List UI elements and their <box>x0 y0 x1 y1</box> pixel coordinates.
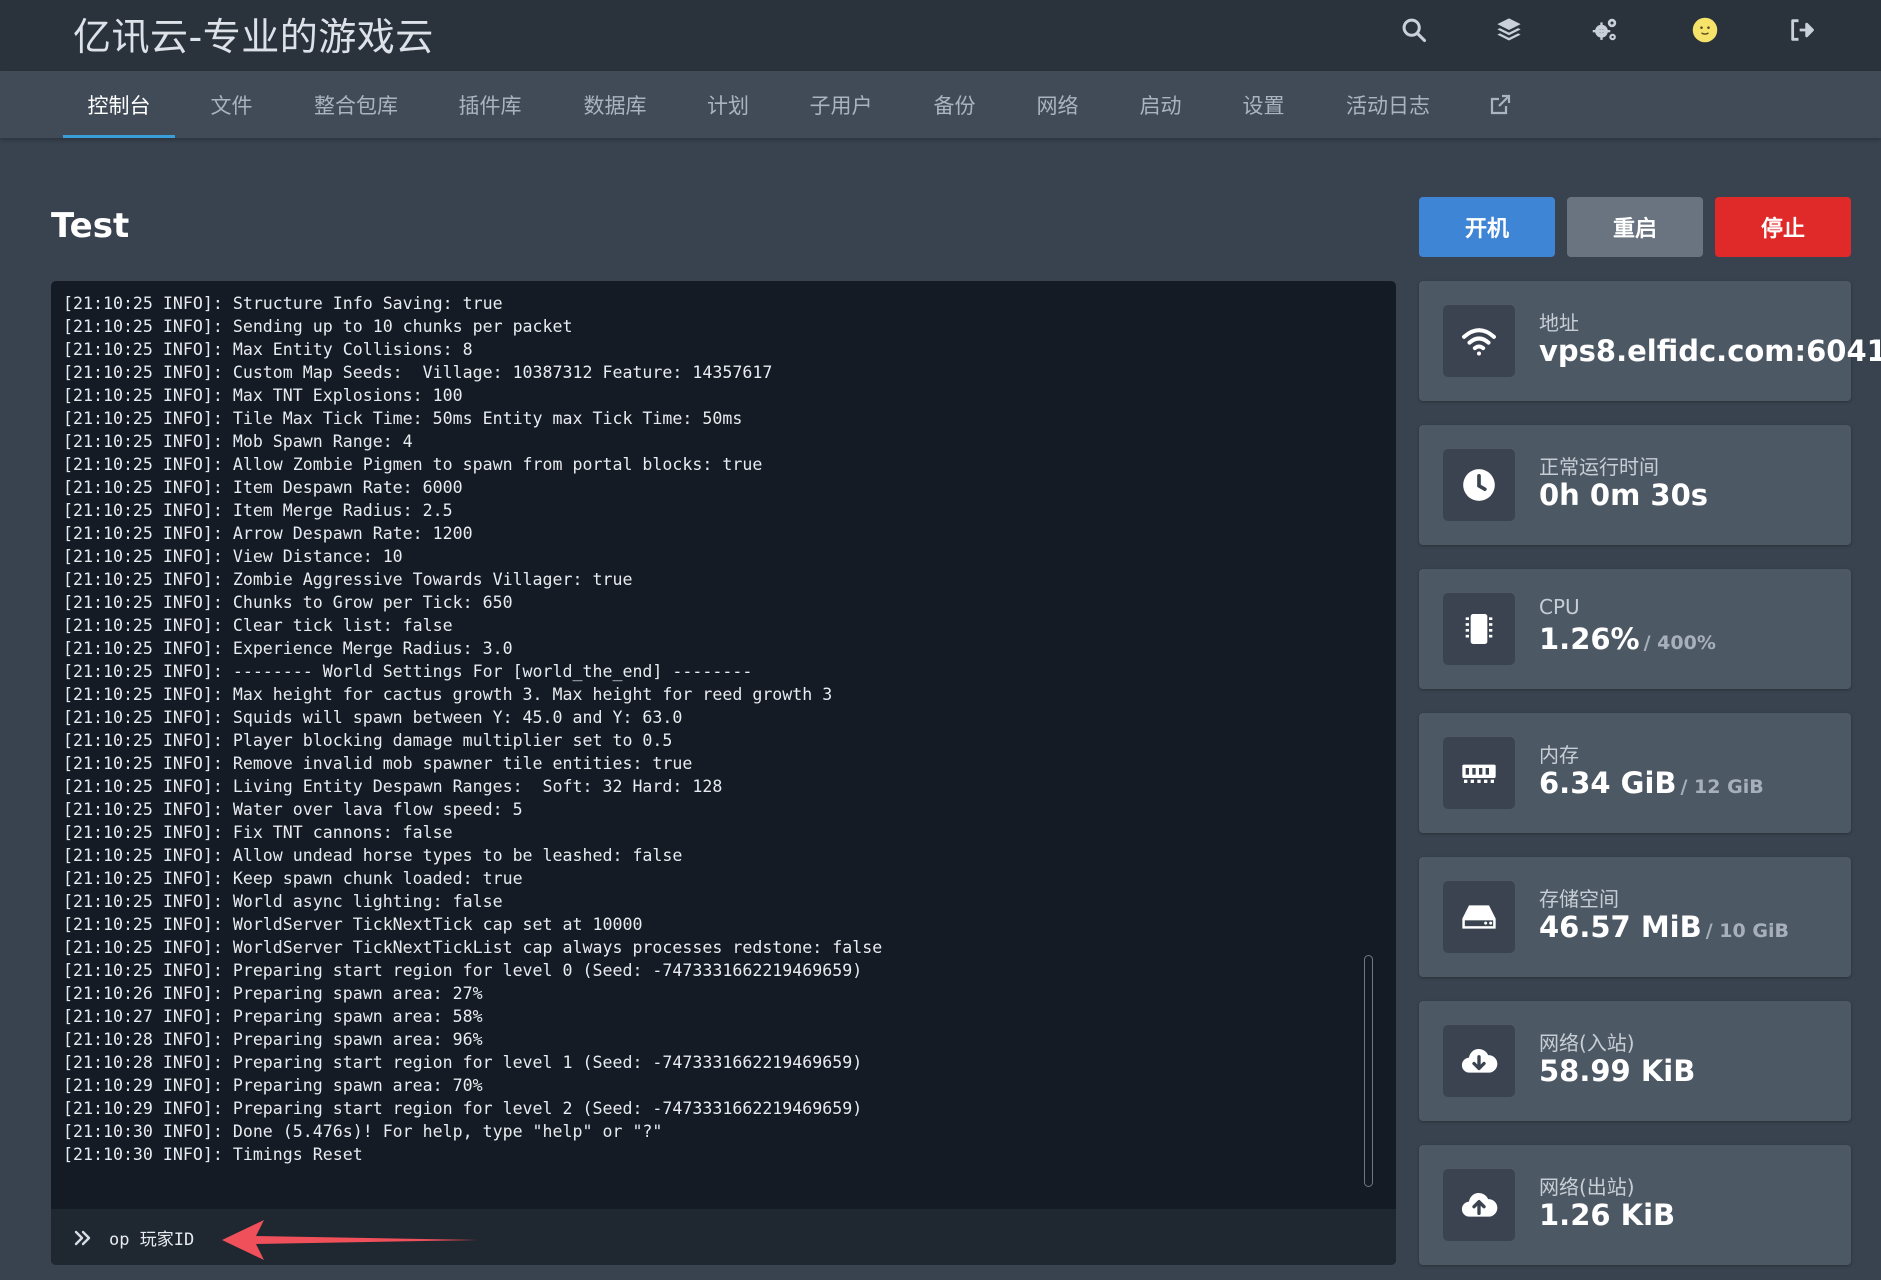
stat-value: 46.57 MiB/ 10 GiB <box>1539 910 1789 944</box>
console-line: [21:10:29 INFO]: Preparing spawn area: 7… <box>63 1076 483 1095</box>
console-line: [21:10:25 INFO]: Structure Info Saving: … <box>63 294 503 313</box>
console-line: [21:10:25 INFO]: Item Despawn Rate: 6000 <box>63 478 463 497</box>
layers-icon[interactable] <box>1492 13 1526 47</box>
tab-modpacks[interactable]: 整合包库 <box>301 71 411 138</box>
tab-activity-log[interactable]: 活动日志 <box>1333 71 1443 138</box>
stat-network-in: 网络(入站) 58.99 KiB <box>1419 1001 1851 1121</box>
tab-plugins[interactable]: 插件库 <box>445 71 535 138</box>
stat-label: 网络(入站) <box>1539 1031 1635 1055</box>
console-line: [21:10:25 INFO]: Zombie Aggressive Towar… <box>63 570 633 589</box>
console-line: [21:10:28 INFO]: Preparing start region … <box>63 1053 863 1072</box>
search-icon[interactable] <box>1397 13 1431 47</box>
console-line: [21:10:26 INFO]: Preparing spawn area: 2… <box>63 984 483 1003</box>
server-name: Test <box>51 206 130 246</box>
stat-storage: 存储空间 46.57 MiB/ 10 GiB <box>1419 857 1851 977</box>
chevrons-right-icon <box>74 1230 91 1246</box>
server-nav: 控制台 文件 整合包库 插件库 数据库 计划 子用户 备份 网络 启动 设置 活… <box>0 71 1881 138</box>
stat-label: 正常运行时间 <box>1539 455 1659 479</box>
stat-value: 1.26 KiB <box>1539 1198 1676 1232</box>
avatar-icon[interactable] <box>1688 13 1722 47</box>
stat-address: 地址 vps8.elfidc.com:6041 <box>1419 281 1881 401</box>
tab-databases[interactable]: 数据库 <box>570 71 660 138</box>
console-line: [21:10:30 INFO]: Done (5.476s)! For help… <box>63 1122 663 1141</box>
brand-title[interactable]: 亿讯云-专业的游戏云 <box>73 6 434 61</box>
stat-memory: 内存 6.34 GiB/ 12 GiB <box>1419 713 1851 833</box>
hdd-icon <box>1443 881 1515 953</box>
console-line: [21:10:25 INFO]: Chunks to Grow per Tick… <box>63 593 513 612</box>
stat-value: 58.99 KiB <box>1539 1054 1696 1088</box>
console-line: [21:10:25 INFO]: Item Merge Radius: 2.5 <box>63 501 453 520</box>
stop-button[interactable]: 停止 <box>1715 197 1851 257</box>
top-header: 亿讯云-专业的游戏云 <box>0 0 1881 71</box>
tab-files[interactable]: 文件 <box>195 71 268 138</box>
console-line: [21:10:25 INFO]: -------- World Settings… <box>63 662 753 681</box>
wifi-icon <box>1443 305 1515 377</box>
tab-console[interactable]: 控制台 <box>63 71 175 138</box>
console-line: [21:10:25 INFO]: WorldServer TickNextTic… <box>63 915 643 934</box>
console-line: [21:10:25 INFO]: Max Entity Collisions: … <box>63 340 473 359</box>
console-line: [21:10:25 INFO]: Allow undead horse type… <box>63 846 683 865</box>
stat-label: 地址 <box>1539 311 1579 335</box>
console-line: [21:10:25 INFO]: Tile Max Tick Time: 50m… <box>63 409 743 428</box>
tab-network[interactable]: 网络 <box>1021 71 1094 138</box>
stat-value[interactable]: vps8.elfidc.com:6041 <box>1539 334 1881 368</box>
stat-label: CPU <box>1539 595 1580 619</box>
console-line: [21:10:25 INFO]: Remove invalid mob spaw… <box>63 754 693 773</box>
stat-value: 1.26%/ 400% <box>1539 622 1716 656</box>
tab-backups[interactable]: 备份 <box>918 71 991 138</box>
console-line: [21:10:25 INFO]: Keep spawn chunk loaded… <box>63 869 523 888</box>
console-line: [21:10:28 INFO]: Preparing spawn area: 9… <box>63 1030 483 1049</box>
console-line: [21:10:25 INFO]: Custom Map Seeds: Villa… <box>63 363 773 382</box>
stat-label: 内存 <box>1539 743 1579 767</box>
console-line: [21:10:25 INFO]: Allow Zombie Pigmen to … <box>63 455 763 474</box>
console-panel: [21:10:25 INFO]: Structure Info Saving: … <box>51 281 1396 1265</box>
console-line: [21:10:25 INFO]: Water over lava flow sp… <box>63 800 523 819</box>
tab-settings[interactable]: 设置 <box>1227 71 1300 138</box>
console-line: [21:10:25 INFO]: World async lighting: f… <box>63 892 503 911</box>
console-line: [21:10:25 INFO]: Clear tick list: false <box>63 616 453 635</box>
external-link-icon[interactable] <box>1480 71 1520 138</box>
microchip-icon <box>1443 593 1515 665</box>
console-line: [21:10:25 INFO]: Max TNT Explosions: 100 <box>63 386 463 405</box>
console-line: [21:10:27 INFO]: Preparing spawn area: 5… <box>63 1007 483 1026</box>
console-line: [21:10:25 INFO]: Mob Spawn Range: 4 <box>63 432 413 451</box>
memory-icon <box>1443 737 1515 809</box>
console-line: [21:10:25 INFO]: Max height for cactus g… <box>63 685 833 704</box>
tab-subusers[interactable]: 子用户 <box>798 71 884 138</box>
console-line: [21:10:25 INFO]: Squids will spawn betwe… <box>63 708 683 727</box>
start-button[interactable]: 开机 <box>1419 197 1555 257</box>
console-line: [21:10:25 INFO]: Sending up to 10 chunks… <box>63 317 573 336</box>
clock-icon <box>1443 449 1515 521</box>
console-line: [21:10:25 INFO]: Experience Merge Radius… <box>63 639 513 658</box>
stat-value: 6.34 GiB/ 12 GiB <box>1539 766 1764 800</box>
console-output: [21:10:25 INFO]: Structure Info Saving: … <box>63 292 1363 1166</box>
stat-cpu: CPU 1.26%/ 400% <box>1419 569 1851 689</box>
console-line: [21:10:25 INFO]: Arrow Despawn Rate: 120… <box>63 524 473 543</box>
console-line: [21:10:30 INFO]: Timings Reset <box>63 1145 363 1164</box>
console-line: [21:10:25 INFO]: Living Entity Despawn R… <box>63 777 723 796</box>
cogs-icon[interactable] <box>1588 13 1622 47</box>
console-line: [21:10:25 INFO]: Player blocking damage … <box>63 731 673 750</box>
stat-value: 0h 0m 30s <box>1539 478 1709 512</box>
stat-label: 存储空间 <box>1539 887 1619 911</box>
console-line: [21:10:25 INFO]: WorldServer TickNextTic… <box>63 938 883 957</box>
stat-uptime: 正常运行时间 0h 0m 30s <box>1419 425 1851 545</box>
tab-startup[interactable]: 启动 <box>1124 71 1197 138</box>
cloud-download-icon <box>1443 1025 1515 1097</box>
console-line: [21:10:25 INFO]: View Distance: 10 <box>63 547 403 566</box>
console-line: [21:10:25 INFO]: Preparing start region … <box>63 961 863 980</box>
console-line: [21:10:29 INFO]: Preparing start region … <box>63 1099 863 1118</box>
cloud-upload-icon <box>1443 1169 1515 1241</box>
console-line: [21:10:25 INFO]: Fix TNT cannons: false <box>63 823 453 842</box>
console-scrollbar[interactable] <box>1364 955 1373 1187</box>
restart-button[interactable]: 重启 <box>1567 197 1703 257</box>
stat-label: 网络(出站) <box>1539 1175 1635 1199</box>
annotation-arrow <box>222 1220 478 1260</box>
sign-out-icon[interactable] <box>1785 13 1819 47</box>
tab-schedules[interactable]: 计划 <box>692 71 764 138</box>
stat-network-out: 网络(出站) 1.26 KiB <box>1419 1145 1851 1265</box>
